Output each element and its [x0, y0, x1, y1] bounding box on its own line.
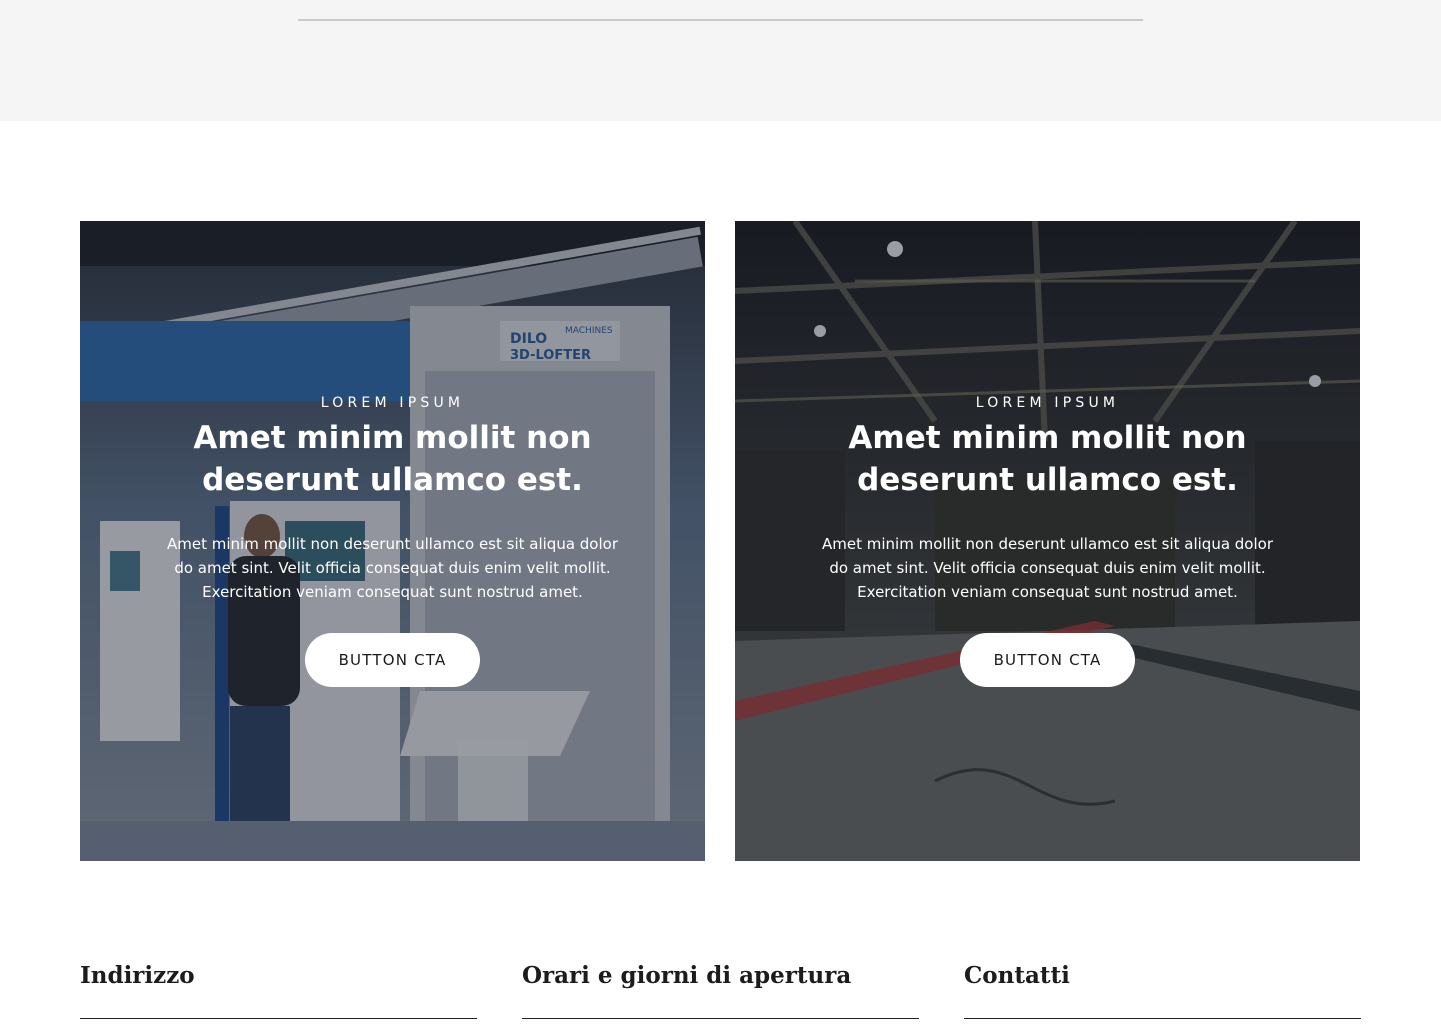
card-headline: Amet minim mollit non deserunt ullamco e… — [848, 420, 1247, 498]
promo-card-factory: LOREM IPSUM Amet minim mollit non deseru… — [735, 221, 1360, 861]
footer-contacts-title: Contatti — [964, 962, 1070, 989]
card-headline: Amet minim mollit non deserunt ullamco e… — [193, 420, 592, 498]
footer-hours-title: Orari e giorni di apertura — [522, 962, 852, 989]
card-cta-button[interactable]: BUTTON CTA — [960, 633, 1135, 687]
footer-address-column: Indirizzo — [80, 956, 477, 1019]
card-eyebrow: LOREM IPSUM — [320, 395, 465, 411]
footer-divider — [522, 1018, 919, 1019]
footer-divider — [964, 1018, 1361, 1019]
top-divider — [298, 19, 1143, 21]
footer-hours-column: Orari e giorni di apertura — [522, 956, 919, 1019]
footer-address-title: Indirizzo — [80, 962, 195, 989]
promo-card-machines: DILO MACHINES 3D-LOFTER LOREM IPSUM Amet… — [80, 221, 705, 861]
footer-divider — [80, 1018, 477, 1019]
card-body-text: Amet minim mollit non deserunt ullamco e… — [167, 535, 618, 601]
card-content: LOREM IPSUM Amet minim mollit non deseru… — [80, 221, 705, 861]
card-body-text: Amet minim mollit non deserunt ullamco e… — [822, 535, 1273, 601]
top-band — [0, 0, 1441, 121]
footer-contacts-column: Contatti — [964, 956, 1361, 1019]
card-eyebrow: LOREM IPSUM — [975, 395, 1120, 411]
card-content: LOREM IPSUM Amet minim mollit non deseru… — [735, 221, 1360, 861]
card-cta-button[interactable]: BUTTON CTA — [305, 633, 480, 687]
